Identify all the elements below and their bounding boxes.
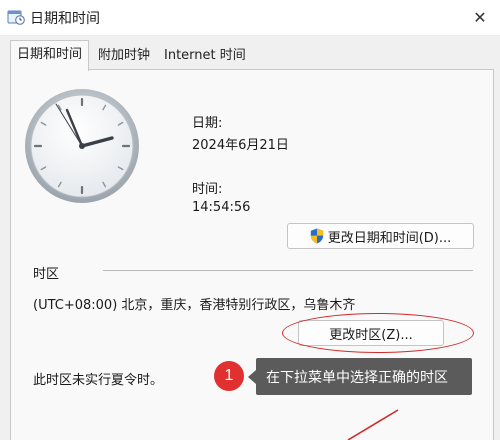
title-bar: 日期和时间 ✕ (0, 0, 500, 36)
date-value: 2024年6月21日 (192, 138, 289, 153)
change-date-time-button[interactable]: 更改日期和时间(D)... (287, 223, 474, 249)
uac-shield-icon (310, 228, 323, 244)
dst-note: 此时区未实行夏令时。 (33, 373, 164, 388)
close-button[interactable]: ✕ (466, 4, 494, 30)
timezone-section-label: 时区 (33, 267, 60, 282)
timezone-value: (UTC+08:00) 北京，重庆，香港特别行政区，乌鲁木齐 (33, 298, 356, 313)
tab-strip: 日期和时间 附加时钟 Internet 时间 (0, 36, 500, 71)
timezone-divider (103, 270, 473, 271)
change-timezone-label: 更改时区(Z)... (329, 327, 413, 343)
step-number-badge: 1 (214, 361, 244, 391)
time-value: 14:54:56 (192, 200, 251, 215)
date-label: 日期: (192, 116, 223, 131)
tab-additional-clocks[interactable]: 附加时钟 (92, 44, 156, 70)
time-label: 时间: (192, 182, 223, 197)
close-icon: ✕ (473, 7, 487, 27)
change-timezone-button[interactable]: 更改时区(Z)... (298, 320, 444, 346)
analog-clock-icon (25, 89, 139, 203)
tab-date-time[interactable]: 日期和时间 (10, 40, 90, 71)
change-date-time-label: 更改日期和时间(D)... (327, 230, 452, 246)
tab-internet-time[interactable]: Internet 时间 (158, 44, 252, 70)
callout-text: 在下拉菜单中选择正确的时区 (266, 369, 448, 386)
window-title: 日期和时间 (30, 11, 100, 27)
calendar-clock-icon (7, 10, 25, 25)
instruction-callout: 在下拉菜单中选择正确的时区 (248, 358, 472, 395)
